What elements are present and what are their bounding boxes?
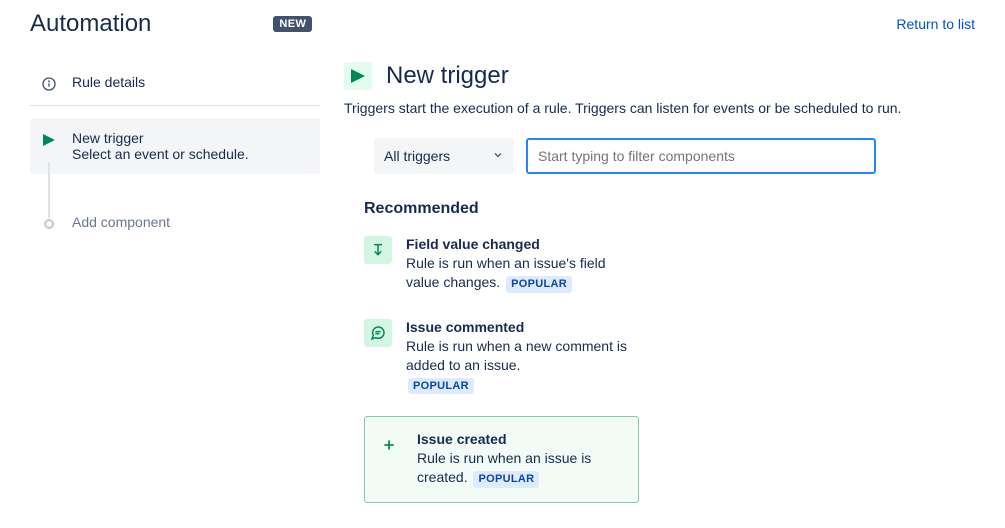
plus-icon bbox=[375, 431, 403, 459]
field-change-icon bbox=[364, 236, 392, 264]
sidebar-item-rule-details[interactable]: Rule details bbox=[30, 62, 320, 106]
play-icon bbox=[344, 62, 372, 90]
trigger-card-issue-created[interactable]: Issue created Rule is run when an issue … bbox=[364, 416, 639, 503]
layout: Rule details New trigger Select an event… bbox=[0, 38, 1005, 503]
trigger-card-field-value-changed[interactable]: Field value changed Rule is run when an … bbox=[364, 232, 639, 297]
header-left: Automation NEW bbox=[30, 10, 312, 38]
trigger-card-issue-commented[interactable]: Issue commented Rule is run when a new c… bbox=[364, 315, 639, 399]
trigger-card-desc: Rule is run when a new comment is added … bbox=[406, 337, 639, 395]
sidebar-item-label: Add component bbox=[72, 214, 170, 230]
trigger-card-body: Issue created Rule is run when an issue … bbox=[417, 431, 628, 488]
sidebar-item-text: New trigger Select an event or schedule. bbox=[72, 130, 249, 162]
main-description: Triggers start the execution of a rule. … bbox=[344, 100, 904, 116]
info-icon bbox=[40, 75, 58, 93]
trigger-card-desc: Rule is run when an issue is created. PO… bbox=[417, 449, 628, 488]
sidebar-item-subtitle: Select an event or schedule. bbox=[72, 146, 249, 162]
filter-components-input[interactable] bbox=[526, 138, 876, 174]
sidebar: Rule details New trigger Select an event… bbox=[30, 62, 320, 503]
trigger-category-select[interactable]: All triggers bbox=[374, 138, 514, 174]
main-header: New trigger bbox=[344, 62, 975, 90]
trigger-card-desc: Rule is run when an issue's field value … bbox=[406, 254, 639, 293]
popular-badge: POPULAR bbox=[473, 471, 539, 488]
play-icon bbox=[40, 131, 58, 149]
page-header: Automation NEW Return to list bbox=[0, 0, 1005, 38]
sidebar-item-label: Rule details bbox=[72, 74, 145, 90]
popular-badge: POPULAR bbox=[506, 276, 572, 293]
main-panel: New trigger Triggers start the execution… bbox=[344, 62, 975, 503]
chevron-down-icon bbox=[492, 148, 504, 164]
empty-step-icon bbox=[40, 215, 58, 233]
new-badge: NEW bbox=[273, 16, 312, 32]
comment-icon bbox=[364, 319, 392, 347]
sidebar-item-label: New trigger bbox=[72, 130, 249, 146]
trigger-card-body: Issue commented Rule is run when a new c… bbox=[406, 319, 639, 395]
recommended-heading: Recommended bbox=[364, 200, 975, 218]
sidebar-item-add-component[interactable]: Add component bbox=[30, 202, 320, 245]
trigger-card-title: Field value changed bbox=[406, 236, 639, 252]
main-title: New trigger bbox=[386, 62, 509, 90]
popular-badge: POPULAR bbox=[408, 378, 474, 395]
filter-row: All triggers bbox=[374, 138, 975, 174]
trigger-card-body: Field value changed Rule is run when an … bbox=[406, 236, 639, 293]
select-value: All triggers bbox=[384, 148, 450, 164]
return-to-list-link[interactable]: Return to list bbox=[896, 16, 975, 32]
page-title: Automation bbox=[30, 10, 151, 38]
sidebar-item-new-trigger[interactable]: New trigger Select an event or schedule. bbox=[30, 118, 320, 174]
trigger-card-title: Issue created bbox=[417, 431, 628, 447]
trigger-card-title: Issue commented bbox=[406, 319, 639, 335]
trigger-list: Field value changed Rule is run when an … bbox=[364, 232, 639, 503]
